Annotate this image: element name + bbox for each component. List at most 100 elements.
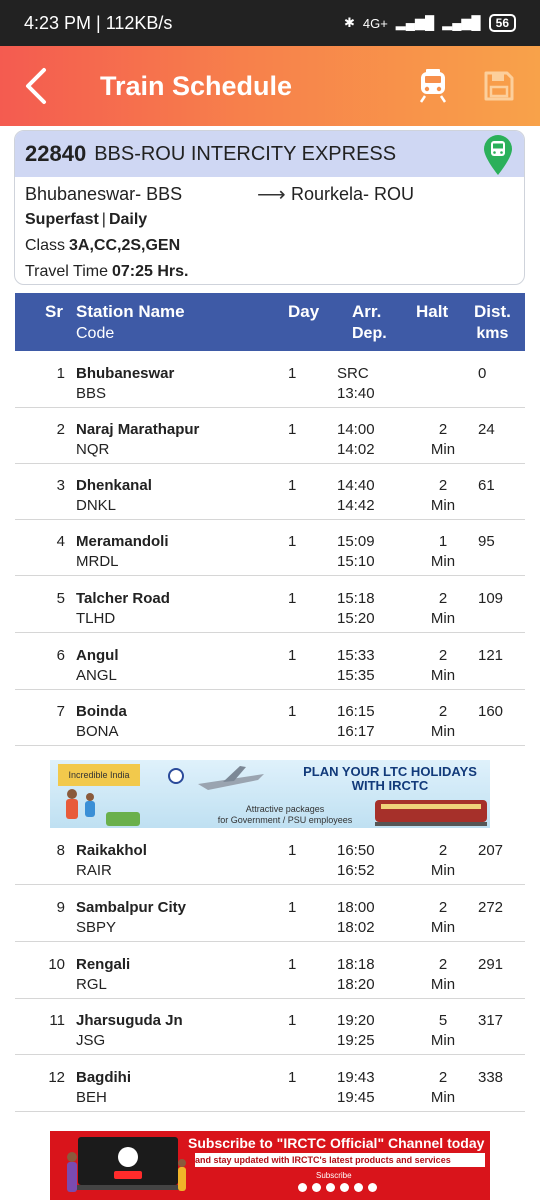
departure-time: 19:45 [337,1089,375,1106]
halt-unit: Min [430,553,456,570]
row-sr: 10 [48,956,65,973]
halt-value: 2 [438,590,448,607]
train-info-card: 22840 BBS-ROU INTERCITY EXPRESS Bhubanes… [14,130,525,285]
row-day: 1 [288,365,297,382]
row-day: 1 [288,842,297,859]
header-sr: Sr [45,302,63,321]
row-dist: 109 [478,590,504,607]
table-row[interactable]: 2 Naraj Marathapur NQR 1 14:00 14:02 2 Min … [15,408,525,464]
table-row[interactable]: 4 Meramandoli MRDL 1 15:09 15:10 1 Min 95 [15,520,525,576]
station-name: Bagdihi [76,1069,131,1086]
table-row[interactable]: 11 Jharsuguda Jn JSG 1 19:20 19:25 5 Min 31… [15,999,525,1055]
row-dist: 61 [478,477,495,494]
departure-time: 15:10 [337,553,375,570]
departure-time: 16:52 [337,862,375,879]
battery-icon: 56 [488,14,516,32]
header-dist-label: Dist. [474,302,511,321]
yt-ad-subscribe-label: Subscribe [316,1171,352,1180]
row-sr: 7 [56,703,65,720]
arrival-time: 18:00 [337,899,375,916]
row-day: 1 [288,590,297,607]
youtube-laptop-illustration [67,1137,186,1192]
departure-time: 18:20 [337,976,375,993]
row-day: 1 [288,956,297,973]
station-name: Sambalpur City [76,899,187,916]
arrival-time: 14:40 [337,477,375,494]
arrival-time: 16:15 [337,703,375,720]
train-button[interactable] [408,46,458,126]
halt-unit: Min [430,723,456,740]
departure-time: 15:20 [337,610,375,627]
save-button[interactable] [474,46,524,126]
row-dist: 317 [478,1012,504,1029]
table-row[interactable]: 5 Talcher Road TLHD 1 15:18 15:20 2 Min 109 [15,577,525,633]
header-dist-unit: kms [476,325,509,342]
back-arrow-icon [26,68,46,104]
halt-value: 2 [438,1069,448,1086]
instagram-icon[interactable] [340,1183,349,1192]
row-day: 1 [288,647,297,664]
header-day: Day [288,302,320,321]
row-day: 1 [288,1012,297,1029]
station-code: RAIR [76,862,112,879]
row-halt: 2 Min [426,420,460,460]
train-illustration [375,800,487,826]
class-values: 3A,CC,2S,GEN [69,237,181,254]
arrival-time: SRC [337,365,369,382]
halt-unit: Min [430,497,456,514]
station-name: Raikakhol [76,842,147,859]
network-label: 4G+ [362,15,388,31]
station-name: Boinda [76,703,127,720]
station-code: BBS [76,385,107,402]
station-code: BEH [76,1089,107,1106]
row-dist: 291 [478,956,504,973]
row-halt: 2 Min [426,646,460,686]
table-row[interactable]: 9 Sambalpur City SBPY 1 18:00 18:02 2 Min 2… [15,886,525,942]
halt-value: 2 [438,956,448,973]
row-sr: 12 [48,1069,65,1086]
table-row[interactable]: 8 Raikakhol RAIR 1 16:50 16:52 2 Min 207 [15,829,525,885]
facebook-icon[interactable] [298,1183,307,1192]
save-icon [484,71,514,101]
back-button[interactable] [0,46,72,126]
table-row[interactable]: 12 Bagdihi BEH 1 19:43 19:45 2 Min 338 [15,1056,525,1112]
table-row[interactable]: 7 Boinda BONA 1 16:15 16:17 2 Min 160 [15,690,525,746]
row-station: Bagdihi BEH [76,1068,131,1108]
yt-ad-subline: and stay updated with IRCTC's latest pro… [195,1153,485,1167]
table-row[interactable]: 10 Rengali RGL 1 18:18 18:20 2 Min 291 [15,943,525,999]
table-row[interactable]: 3 Dhenkanal DNKL 1 14:40 14:42 2 Min 61 [15,464,525,520]
youtube-icon[interactable] [326,1183,335,1192]
train-name: BBS-ROU INTERCITY EXPRESS [94,142,397,165]
halt-unit: Min [430,1032,456,1049]
class-label: Class [25,237,66,254]
train-number: 22840 [25,141,87,166]
travel-time-value: 07:25 Hrs. [111,263,189,280]
row-time: 19:20 19:25 [337,1011,375,1051]
row-halt: 2 Min [426,898,460,938]
bluetooth-icon: ✱ [343,15,355,30]
twitter-icon[interactable] [312,1183,321,1192]
signal-icon: ▂▄▆█ [395,15,435,30]
table-row[interactable]: 6 Angul ANGL 1 15:33 15:35 2 Min 121 [15,634,525,690]
arrival-time: 19:20 [337,1012,375,1029]
linkedin-icon[interactable] [354,1183,363,1192]
travel-time-line: Travel Time 07:25 Hrs. [15,259,524,284]
youtube-subscribe-ad-banner[interactable]: Subscribe to "IRCTC Official" Channel to… [50,1131,490,1200]
schedule-table-header: Sr Station Name Code Day Arr. Dep. Halt … [15,293,525,351]
row-station: Naraj Marathapur NQR [76,420,199,460]
halt-unit: Min [430,1089,456,1106]
map-pin-train-icon[interactable] [482,134,514,176]
table-row[interactable]: 1 Bhubaneswar BBS 1 SRC 13:40 0 [15,352,525,408]
row-station: Jharsuguda Jn JSG [76,1011,183,1051]
page-title: Train Schedule [100,70,293,101]
ltc-holidays-ad-banner[interactable]: Incredible India PLAN YOUR LTC HOLIDAYS … [50,760,490,828]
departure-time: 14:42 [337,497,375,514]
pinterest-icon[interactable] [368,1183,377,1192]
halt-value: 2 [438,421,448,438]
row-dist: 160 [478,703,504,720]
row-sr: 4 [56,533,65,550]
row-day: 1 [288,533,297,550]
ad-headline-2: WITH IRCTC [351,778,429,793]
row-dist: 0 [478,365,487,382]
row-halt: 2 Min [426,476,460,516]
